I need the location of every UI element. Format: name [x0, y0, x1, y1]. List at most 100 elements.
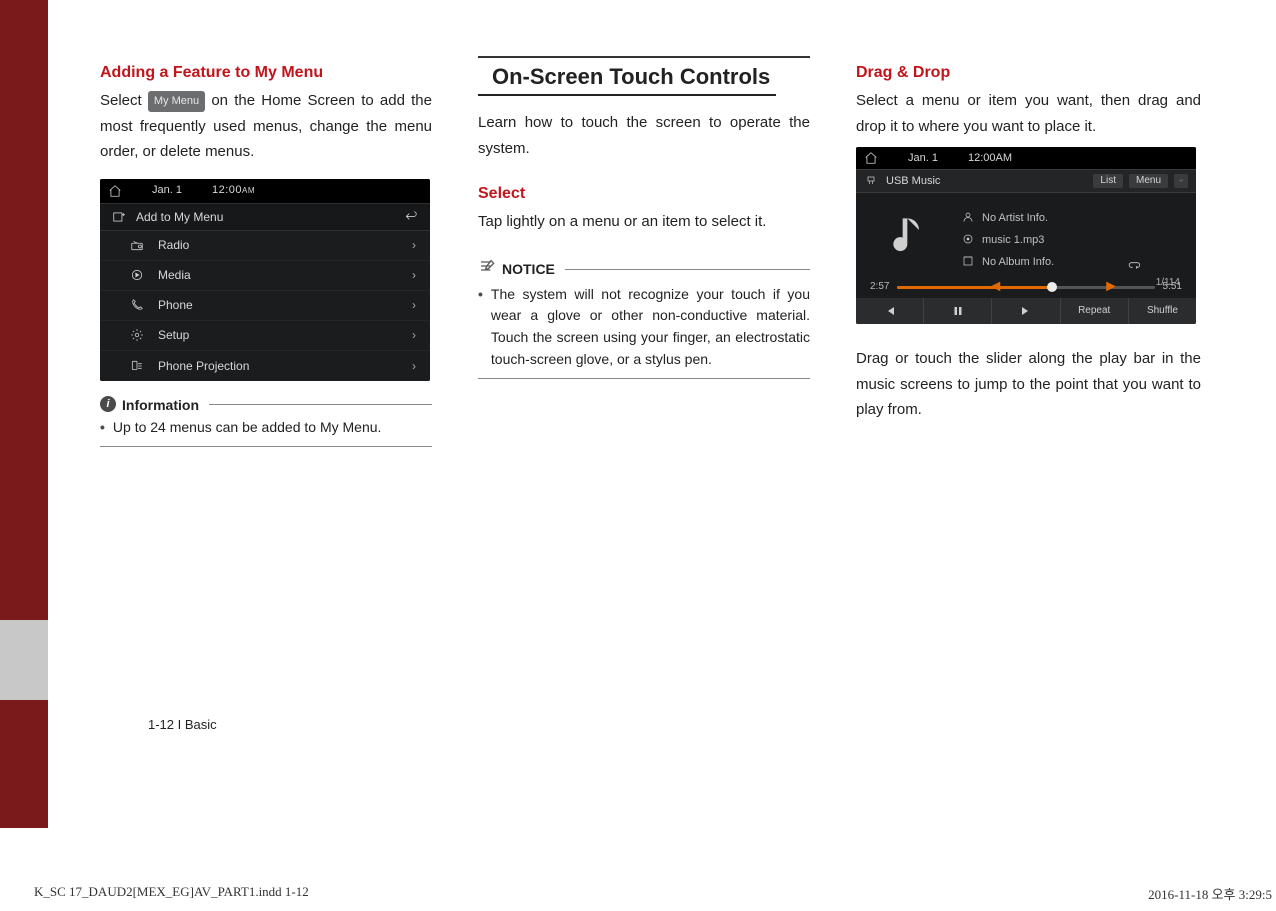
bullet-icon: • [478, 284, 483, 371]
menu-row-label: Radio [158, 239, 189, 251]
column-1: Adding a Feature to My Menu Select My Me… [100, 56, 432, 447]
shot2-ampm: AM [996, 152, 1013, 164]
divider [100, 446, 432, 447]
divider [209, 404, 432, 405]
repeat-button: Repeat [1061, 298, 1129, 324]
notice-text: The system will not recognize your touch… [491, 284, 810, 371]
drag-drop-tail: Drag or touch the slider along the play … [856, 346, 1201, 423]
drag-arrow-right-icon: ► [1103, 279, 1119, 295]
chevron-right-icon: › [412, 299, 416, 311]
back-icon [404, 210, 418, 224]
information-heading: i Information [100, 397, 432, 413]
shot2-statusbar: Jan. 1 12:00AM [856, 147, 1196, 169]
side-band-gray [0, 620, 48, 700]
drag-drop-heading: Drag & Drop [856, 64, 1201, 82]
home-icon [864, 151, 878, 165]
information-label: Information [122, 397, 199, 413]
music-note-icon [880, 205, 944, 269]
shot1-statusbar: Jan. 1 12:00AM [100, 179, 430, 203]
time-total: 5:51 [1163, 282, 1182, 292]
shot1-ampm: AM [242, 186, 255, 195]
section-title: On-Screen Touch Controls [478, 64, 776, 96]
menu-row-phone: Phone › [100, 291, 430, 321]
radio-icon [130, 238, 144, 252]
pause-button [924, 298, 992, 324]
notice-bullet: • The system will not recognize your tou… [478, 284, 810, 371]
chevron-right-icon: › [412, 360, 416, 372]
shot2-source: USB Music [886, 176, 940, 187]
drag-drop-body: Select a menu or item you want, then dra… [856, 88, 1201, 139]
shot2-menu-button: Menu [1129, 174, 1168, 188]
time-elapsed: 2:57 [870, 282, 889, 292]
artist-icon [962, 211, 974, 226]
next-button [992, 298, 1060, 324]
add-menu-icon [112, 210, 126, 224]
shuffle-button: Shuffle [1129, 298, 1196, 324]
select-heading: Select [478, 185, 810, 203]
select-body: Tap lightly on a menu or an item to sele… [478, 209, 810, 235]
menu-row-setup: Setup › [100, 321, 430, 351]
artist-text: No Artist Info. [982, 213, 1048, 224]
track-icon [962, 233, 974, 248]
menu-row-label: Setup [158, 329, 189, 341]
track-text: music 1.mp3 [982, 235, 1044, 246]
shot2-list-button: List [1093, 174, 1123, 188]
album-text: No Album Info. [982, 257, 1054, 268]
projection-icon [130, 359, 144, 373]
shot1-time-val: 12:00 [212, 184, 242, 196]
shot2-time: 12:00AM [968, 153, 1012, 164]
menu-row-label: Phone Projection [158, 360, 249, 372]
info-icon: i [100, 396, 116, 412]
menu-row-radio: Radio › [100, 231, 430, 261]
page: Adding a Feature to My Menu Select My Me… [48, 0, 1276, 828]
back-icon [1174, 174, 1188, 188]
side-band [0, 0, 48, 828]
indd-stamp: 2016-11-18 오후 3:29:5 [1148, 884, 1272, 903]
phone-icon [130, 298, 144, 312]
shot1-titlebar: Add to My Menu [100, 203, 430, 231]
col1-heading: Adding a Feature to My Menu [100, 64, 432, 82]
notice-label: NOTICE [502, 261, 555, 277]
media-icon [130, 268, 144, 282]
col2-intro: Learn how to touch the screen to operate… [478, 110, 810, 161]
divider [565, 269, 810, 270]
col1-body: Select My Menu on the Home Screen to add… [100, 88, 432, 165]
shot2-time-val: 12:00 [968, 152, 996, 164]
repeat-icon [1128, 258, 1142, 274]
shot2-date: Jan. 1 [908, 153, 938, 164]
shot2-body: No Artist Info. music 1.mp3 No Album Inf… [856, 193, 1196, 324]
playback-controls: Repeat Shuffle [856, 298, 1196, 324]
shot1-date: Jan. 1 [152, 185, 182, 196]
gear-icon [130, 328, 144, 342]
shot1-subtitle: Add to My Menu [136, 211, 223, 223]
bullet-icon: • [100, 417, 105, 439]
progress-bar: 2:57 ◄ ► 5:51 [856, 278, 1196, 298]
column-3: Drag & Drop Select a menu or item you wa… [856, 56, 1201, 447]
drag-arrow-left-icon: ◄ [987, 279, 1003, 295]
indd-footer: K_SC 17_DAUD2[MEX_EG]AV_PART1.indd 1-12 … [34, 884, 1276, 903]
screenshot-add-to-my-menu: Jan. 1 12:00AM Add to My Menu [100, 179, 430, 381]
menu-row-phone-projection: Phone Projection › [100, 351, 430, 381]
divider [478, 56, 810, 58]
indd-file: K_SC 17_DAUD2[MEX_EG]AV_PART1.indd 1-12 [34, 884, 309, 903]
chevron-right-icon: › [412, 239, 416, 251]
notice-heading: NOTICE [478, 259, 810, 280]
menu-row-media: Media › [100, 261, 430, 291]
track-meta: No Artist Info. music 1.mp3 No Album Inf… [962, 211, 1054, 270]
shot1-time: 12:00AM [212, 185, 255, 196]
chevron-right-icon: › [412, 329, 416, 341]
column-2: On-Screen Touch Controls Learn how to to… [478, 56, 810, 447]
menu-row-label: Phone [158, 299, 193, 311]
slider-fill [897, 286, 1051, 289]
page-footer: 1-12 I Basic [148, 717, 217, 732]
album-icon [962, 255, 974, 270]
menu-row-label: Media [158, 269, 191, 281]
chevron-right-icon: › [412, 269, 416, 281]
usb-icon [864, 174, 878, 188]
slider-knob [1047, 282, 1057, 292]
prev-button [856, 298, 924, 324]
screenshot-usb-music: Jan. 1 12:00AM USB Music List Menu [856, 147, 1196, 324]
information-text: Up to 24 menus can be added to My Menu. [113, 417, 382, 439]
home-icon [108, 184, 122, 198]
col1-body-pre: Select [100, 92, 148, 109]
